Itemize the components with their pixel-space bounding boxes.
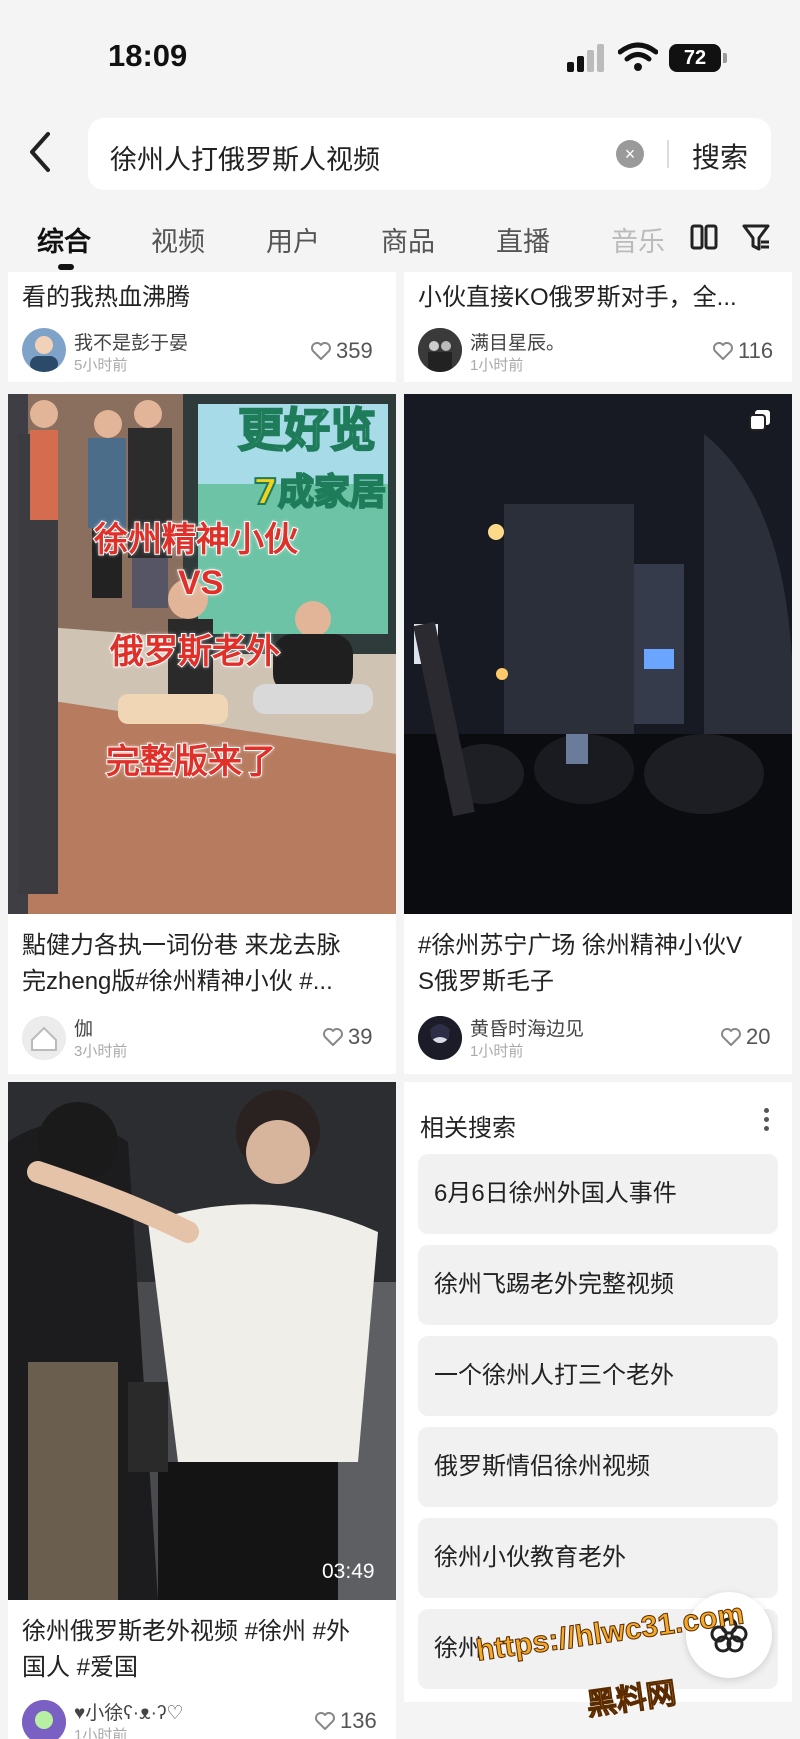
- tab-all[interactable]: 综合: [37, 220, 91, 259]
- card-title-line: S俄罗斯毛子: [418, 968, 555, 995]
- result-card[interactable]: 看的我热血沸腾 我不是彭于晏 5小时前 359: [8, 272, 396, 382]
- related-search-heading: 相关搜索: [420, 1115, 516, 1142]
- status-bar: 18:09 72: [0, 0, 800, 110]
- tab-music[interactable]: 音乐: [611, 220, 665, 259]
- cover-two-men: [8, 1082, 396, 1600]
- clock: 18:09: [108, 38, 188, 73]
- card-title-line: 完zheng版#徐州精神小伙 #...: [22, 968, 333, 995]
- heart-icon: [713, 342, 733, 360]
- battery-icon: [723, 53, 727, 63]
- like-count[interactable]: 39: [322, 1024, 372, 1050]
- like-count[interactable]: 359: [310, 338, 373, 364]
- related-search-item[interactable]: 一个徐州人打三个老外: [418, 1336, 778, 1416]
- cover-night-scene: [404, 394, 792, 914]
- cover-caption: 完整版来了: [105, 742, 277, 782]
- post-time: 5小时前: [74, 357, 128, 374]
- cover-sign-text: 7成家居: [253, 472, 386, 513]
- layout-toggle-icon[interactable]: [690, 222, 718, 252]
- author-name: 黄昏时海边见: [470, 1019, 585, 1040]
- category-tabs: 综合 视频 用户 商品 直播 音乐: [0, 212, 800, 272]
- related-search-item[interactable]: 6月6日徐州外国人事件: [418, 1154, 778, 1234]
- like-number: 116: [738, 338, 774, 363]
- cover-caption: 徐州精神小伙: [93, 520, 299, 560]
- author-name: 满目星辰。: [470, 333, 566, 354]
- like-count[interactable]: 116: [712, 338, 773, 364]
- cover-caption: 俄罗斯老外: [109, 632, 281, 672]
- like-number: 20: [746, 1024, 771, 1049]
- cover-sign-text: 更好览: [238, 403, 376, 457]
- result-card[interactable]: 小伙直接KO俄罗斯对手，全... 满目星辰。 1小时前 116: [404, 272, 792, 382]
- back-arrow-icon[interactable]: [26, 130, 56, 174]
- author-name: 伽: [74, 1019, 94, 1040]
- avatar: [418, 328, 462, 372]
- avatar: [22, 1700, 66, 1739]
- divider: [667, 140, 669, 168]
- card-title-line: 徐州俄罗斯老外视频 #徐州 #外: [22, 1618, 351, 1645]
- tab-video[interactable]: 视频: [151, 220, 205, 259]
- result-card[interactable]: #徐州苏宁广场 徐州精神小伙V S俄罗斯毛子 黄昏时海边见 1小时前 20: [404, 394, 792, 1074]
- search-button[interactable]: 搜索: [692, 136, 748, 176]
- multi-image-icon: [749, 410, 770, 431]
- card-title: 小伙直接KO俄罗斯对手，全...: [418, 284, 737, 311]
- video-cover[interactable]: 更好览 7成家居 徐州精神小伙 VS 俄罗斯老外 完整版来了: [8, 394, 396, 914]
- like-count[interactable]: 136: [314, 1708, 377, 1734]
- tab-goods[interactable]: 商品: [381, 220, 435, 259]
- avatar: [418, 1016, 462, 1060]
- filter-icon[interactable]: [741, 222, 771, 252]
- more-options-icon[interactable]: [764, 1108, 770, 1134]
- cover-caption: VS: [177, 563, 224, 603]
- author-name: 我不是彭于晏: [74, 333, 189, 354]
- author-name: ♥小徐ʕ·ᴥ·ʔ♡: [74, 1703, 184, 1724]
- avatar: [22, 328, 66, 372]
- avatar: [22, 1016, 66, 1060]
- card-title-line: 點健力各执一词份巷 来龙去脉: [22, 932, 341, 959]
- heart-icon: [323, 1028, 343, 1046]
- post-time: 3小时前: [74, 1043, 128, 1060]
- heart-icon: [721, 1028, 741, 1046]
- like-number: 136: [340, 1708, 377, 1733]
- video-cover[interactable]: 03:49: [8, 1082, 396, 1600]
- post-time: 1小时前: [74, 1727, 128, 1739]
- battery-level: 72: [669, 44, 721, 72]
- card-title: 看的我热血沸腾: [22, 284, 190, 311]
- search-input[interactable]: 徐州人打俄罗斯人视频 × 搜索: [88, 118, 771, 190]
- heart-icon: [311, 342, 331, 360]
- like-number: 359: [336, 338, 373, 363]
- like-count[interactable]: 20: [720, 1024, 770, 1050]
- card-title-line: #徐州苏宁广场 徐州精神小伙V: [418, 932, 743, 959]
- clear-icon[interactable]: ×: [616, 140, 644, 168]
- related-search-item[interactable]: 俄罗斯情侣徐州视频: [418, 1427, 778, 1507]
- related-search-item[interactable]: 徐州飞踢老外完整视频: [418, 1245, 778, 1325]
- heart-icon: [315, 1712, 335, 1730]
- tab-indicator: [58, 264, 74, 270]
- result-card[interactable]: 更好览 7成家居 徐州精神小伙 VS 俄罗斯老外 完整版来了 點健力各执一词份巷…: [8, 394, 396, 1074]
- signal-icon: [567, 44, 609, 72]
- video-cover[interactable]: [404, 394, 792, 914]
- result-card[interactable]: 03:49 徐州俄罗斯老外视频 #徐州 #外 国人 #爱国 ♥小徐ʕ·ᴥ·ʔ♡ …: [8, 1082, 396, 1739]
- search-query[interactable]: 徐州人打俄罗斯人视频: [110, 138, 380, 177]
- tab-live[interactable]: 直播: [496, 220, 550, 259]
- tab-users[interactable]: 用户: [266, 220, 320, 259]
- card-title-line: 国人 #爱国: [22, 1654, 139, 1681]
- post-time: 1小时前: [470, 357, 524, 374]
- post-time: 1小时前: [470, 1043, 524, 1060]
- related-search-item[interactable]: 徐州小伙教育老外: [418, 1518, 778, 1598]
- wifi-icon: [618, 42, 658, 71]
- like-number: 39: [348, 1024, 373, 1049]
- video-duration: 03:49: [322, 1560, 375, 1583]
